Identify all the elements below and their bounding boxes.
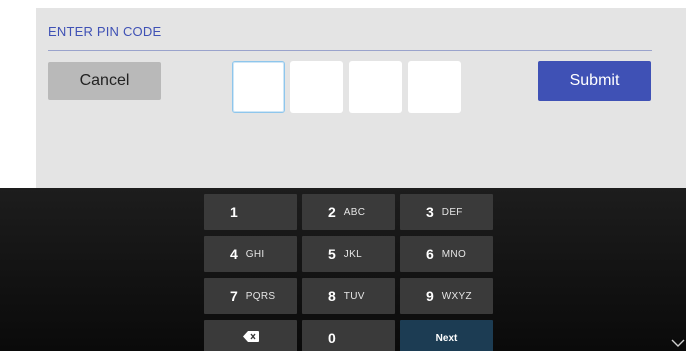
key-5[interactable]: 5 JKL [302,236,395,272]
key-letters: MNO [441,248,467,260]
key-number: 3 [426,204,434,220]
dialog-title: ENTER PIN CODE [48,24,162,39]
pin-digit-4[interactable] [408,61,461,113]
backspace-key[interactable] [204,320,297,351]
key-number: 2 [328,204,336,220]
key-letters: DEF [441,206,463,218]
next-key[interactable]: Next [400,320,493,351]
key-0[interactable]: 0 [302,320,395,351]
backspace-icon [242,329,259,347]
key-6[interactable]: 6 MNO [400,236,493,272]
key-7[interactable]: 7 PQRS [204,278,297,314]
key-letters: TUV [343,290,365,302]
pin-digit-1[interactable] [232,61,285,113]
key-number: 4 [230,246,238,262]
key-letters: GHI [245,248,265,260]
submit-button[interactable]: Submit [538,61,651,101]
key-4[interactable]: 4 GHI [204,236,297,272]
key-number: 5 [328,246,336,262]
key-letters: ABC [343,206,366,218]
key-letters: PQRS [245,290,276,302]
pin-digit-3[interactable] [349,61,402,113]
next-label: Next [435,332,458,344]
cancel-button[interactable]: Cancel [48,62,161,100]
key-number: 9 [426,288,434,304]
key-letters: JKL [343,248,362,260]
title-divider [48,50,652,51]
pin-digit-2[interactable] [290,61,343,113]
key-number: 0 [328,330,336,346]
key-letters: WXYZ [441,290,472,302]
key-9[interactable]: 9 WXYZ [400,278,493,314]
key-number: 1 [230,204,238,220]
key-2[interactable]: 2 ABC [302,194,395,230]
numeric-keypad: 1 2 ABC 3 DEF 4 GHI 5 JKL 6 MNO 7 PQRS 8… [0,188,686,351]
key-number: 8 [328,288,336,304]
key-number: 6 [426,246,434,262]
key-1[interactable]: 1 [204,194,297,230]
key-8[interactable]: 8 TUV [302,278,395,314]
key-3[interactable]: 3 DEF [400,194,493,230]
pin-dialog: ENTER PIN CODE Cancel Submit [36,8,686,188]
key-number: 7 [230,288,238,304]
chevron-down-icon[interactable] [671,336,685,348]
